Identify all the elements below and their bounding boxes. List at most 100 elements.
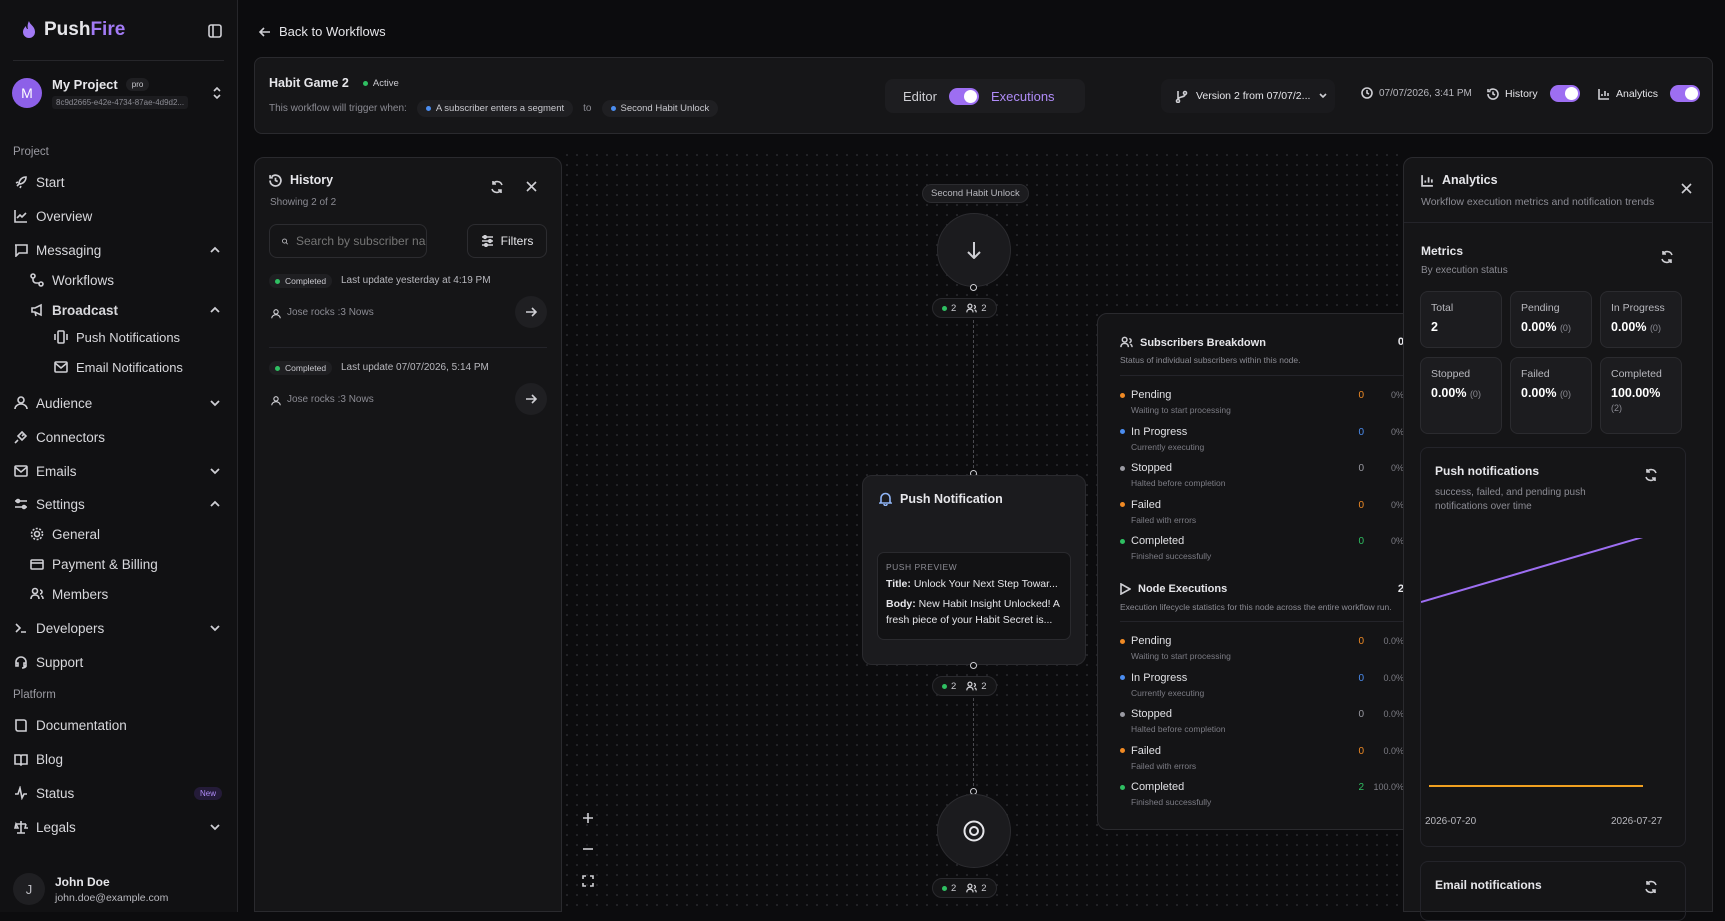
arrow-left-icon bbox=[258, 26, 270, 37]
node-port[interactable] bbox=[970, 284, 977, 291]
row-percent: 100.0% bbox=[1373, 782, 1404, 792]
row-name: Completed bbox=[1131, 781, 1185, 793]
fit-view-button[interactable] bbox=[574, 867, 602, 895]
history-item[interactable]: Completed Last update 07/07/2026, 5:14 P… bbox=[269, 361, 547, 435]
refresh-icon[interactable] bbox=[1644, 880, 1658, 894]
sidebar-item-emails[interactable]: Emails bbox=[0, 457, 238, 485]
history-item-subscriber: Jose rocks :3 Nows bbox=[287, 394, 374, 405]
push-notification-node[interactable]: Push Notification PUSH PREVIEW Title: Un… bbox=[862, 475, 1086, 665]
scale-icon bbox=[14, 821, 28, 834]
back-to-workflows-link[interactable]: Back to Workflows bbox=[258, 24, 386, 39]
push-notifications-chart[interactable] bbox=[1421, 538, 1687, 812]
open-execution-button[interactable] bbox=[515, 296, 547, 328]
sidebar-item-email-notifications[interactable]: Email Notifications bbox=[0, 353, 238, 381]
history-item[interactable]: Completed Last update yesterday at 4:19 … bbox=[269, 274, 547, 348]
breakdown-row: Stopped Halted before completion 0 0.0% bbox=[1120, 708, 1404, 742]
sidebar-collapse-icon[interactable] bbox=[208, 24, 222, 38]
filters-button[interactable]: Filters bbox=[467, 224, 547, 258]
sidebar-item-messaging[interactable]: Messaging bbox=[0, 236, 238, 264]
arrow-right-icon bbox=[526, 307, 537, 317]
row-description: Finished successfully bbox=[1131, 797, 1212, 807]
rocket-icon bbox=[15, 176, 27, 189]
sidebar-item-blog[interactable]: Blog bbox=[0, 745, 238, 773]
refresh-icon[interactable] bbox=[1660, 250, 1674, 264]
sidebar-item-members[interactable]: Members bbox=[0, 580, 238, 608]
trigger-to: to bbox=[583, 103, 592, 114]
editor-label[interactable]: Editor bbox=[903, 89, 937, 104]
sidebar-item-overview[interactable]: Overview bbox=[0, 202, 238, 230]
open-execution-button[interactable] bbox=[515, 383, 547, 415]
executions-label[interactable]: Executions bbox=[991, 89, 1055, 104]
workflow-icon bbox=[30, 273, 44, 287]
end-node[interactable] bbox=[937, 794, 1011, 868]
refresh-icon[interactable] bbox=[490, 180, 504, 194]
sidebar-item-status[interactable]: Status New bbox=[0, 779, 238, 807]
status-dot bbox=[1120, 465, 1125, 471]
clock-icon bbox=[1361, 87, 1373, 99]
filter-sliders-icon bbox=[481, 235, 493, 247]
section-platform-label: Platform bbox=[13, 689, 56, 701]
headset-icon bbox=[15, 656, 27, 669]
sidebar-item-payment[interactable]: Payment & Billing bbox=[0, 550, 238, 578]
brand-logo[interactable]: PushFire bbox=[20, 19, 125, 41]
sidebar-item-label: Developers bbox=[36, 620, 105, 636]
node-port[interactable] bbox=[970, 662, 977, 669]
sidebar-item-general[interactable]: General bbox=[0, 520, 238, 548]
metric-label: In Progress bbox=[1611, 302, 1665, 314]
row-count: 0 bbox=[1358, 463, 1364, 474]
status-label: Completed bbox=[285, 276, 327, 286]
sidebar-item-workflows[interactable]: Workflows bbox=[0, 266, 238, 294]
email-notifications-card: Email notifications bbox=[1420, 861, 1686, 921]
stat-completed: 2 bbox=[951, 680, 957, 692]
git-branch-icon bbox=[1175, 90, 1188, 103]
sidebar-item-broadcast[interactable]: Broadcast bbox=[0, 296, 238, 324]
sidebar-item-start[interactable]: Start bbox=[0, 168, 238, 196]
close-icon[interactable] bbox=[1681, 183, 1692, 194]
sidebar-item-audience[interactable]: Audience bbox=[0, 389, 238, 417]
user-profile[interactable]: J John Doe john.doe@example.com bbox=[13, 873, 168, 905]
sidebar-item-developers[interactable]: Developers bbox=[0, 614, 238, 642]
sidebar-item-label: Documentation bbox=[36, 717, 127, 733]
stat-completed: 2 bbox=[951, 882, 957, 894]
search-input-wrapper[interactable] bbox=[269, 224, 427, 258]
row-description: Waiting to start processing bbox=[1131, 651, 1231, 661]
zoom-out-button[interactable] bbox=[574, 835, 602, 863]
history-toggle[interactable] bbox=[1549, 85, 1580, 102]
sidebar-item-support[interactable]: Support bbox=[0, 648, 238, 676]
users-icon bbox=[30, 587, 44, 600]
sidebar-item-connectors[interactable]: Connectors bbox=[0, 423, 238, 451]
chevron-down-icon bbox=[210, 625, 220, 632]
project-switcher[interactable]: M My Project pro 8c9d2665-e42e-4734-87ae-… bbox=[12, 72, 223, 114]
sidebar-item-documentation[interactable]: Documentation bbox=[0, 711, 238, 739]
status-badge: Active bbox=[359, 78, 403, 89]
bar-chart-icon bbox=[1421, 174, 1433, 187]
sidebar-item-legals[interactable]: Legals bbox=[0, 813, 238, 841]
trigger-node[interactable] bbox=[937, 213, 1011, 287]
preview-title: Unlock Your Next Step Towar... bbox=[913, 578, 1058, 590]
version-select[interactable]: Version 2 from 07/07/2... bbox=[1161, 79, 1335, 113]
sidebar-item-push-notifications[interactable]: Push Notifications bbox=[0, 323, 238, 351]
zoom-in-button[interactable] bbox=[574, 804, 602, 832]
chevron-updown-icon bbox=[213, 86, 221, 100]
mode-toggle[interactable] bbox=[948, 87, 979, 105]
metric-value: 0.00% bbox=[1521, 386, 1557, 400]
mode-switch[interactable]: Editor Executions bbox=[885, 79, 1085, 113]
minus-icon bbox=[583, 848, 593, 850]
status-dot bbox=[1120, 538, 1125, 544]
chevron-down-icon bbox=[1319, 93, 1327, 99]
sidebar-item-settings[interactable]: Settings bbox=[0, 490, 238, 518]
sidebar-item-label: Blog bbox=[36, 751, 64, 767]
push-chart-title: Push notifications bbox=[1435, 464, 1540, 478]
history-item-update: Last update yesterday at 4:19 PM bbox=[341, 275, 491, 286]
close-icon[interactable] bbox=[526, 181, 537, 192]
sidebar-item-label: Members bbox=[52, 586, 109, 602]
sidebar-item-label: General bbox=[52, 526, 101, 542]
mail-icon bbox=[14, 465, 28, 477]
analytics-toggle[interactable] bbox=[1670, 85, 1701, 102]
history-icon bbox=[269, 173, 282, 187]
refresh-icon[interactable] bbox=[1644, 468, 1658, 482]
stat-subscribers: 2 bbox=[981, 680, 987, 692]
search-input[interactable] bbox=[296, 234, 426, 248]
sidebar-item-label: Payment & Billing bbox=[52, 556, 158, 572]
node-stats: 22 bbox=[932, 298, 997, 318]
